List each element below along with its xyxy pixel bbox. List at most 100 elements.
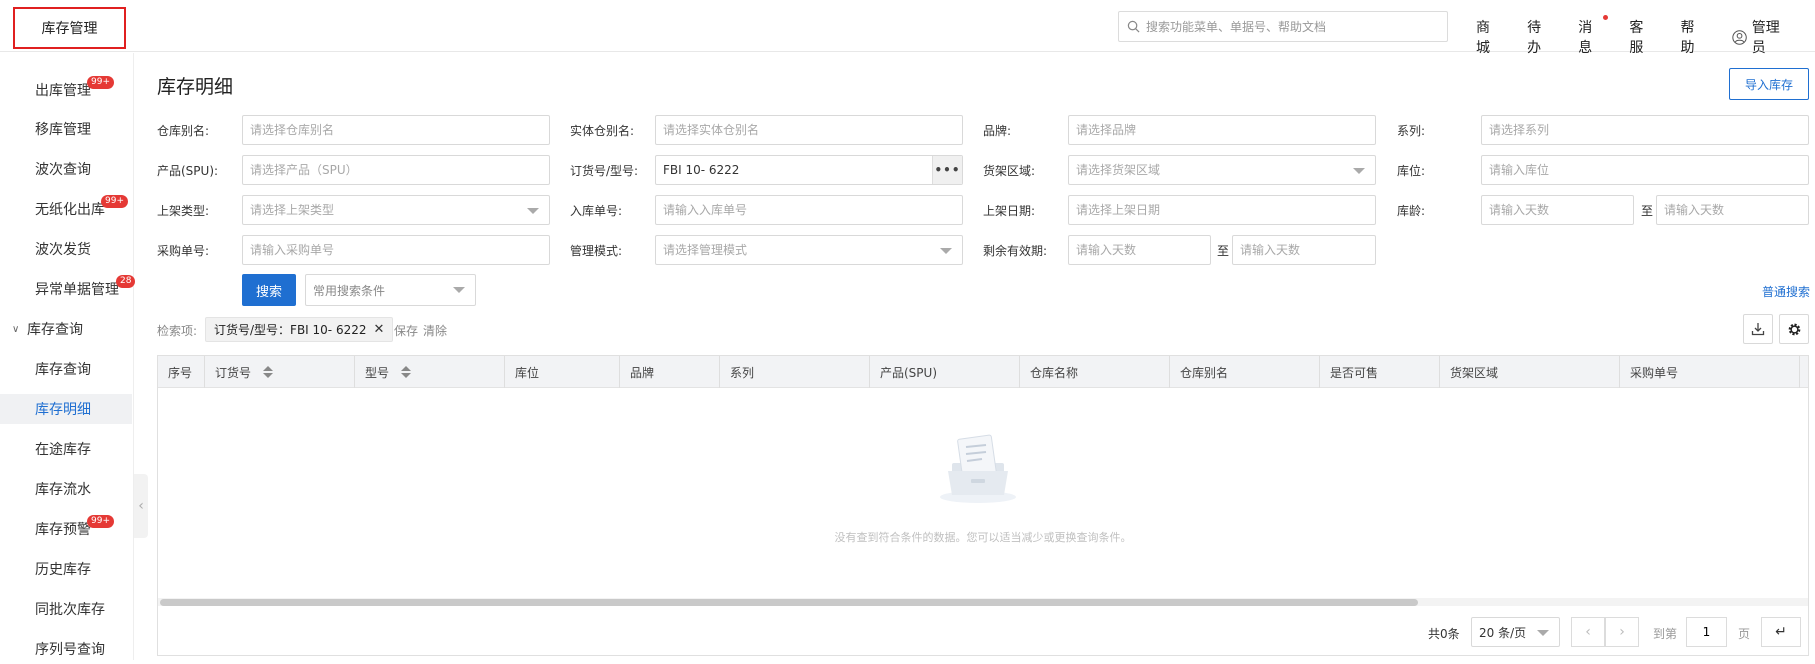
download-button[interactable] [1743, 314, 1773, 344]
search-button[interactable]: 搜索 [242, 274, 296, 306]
purchase-no-field[interactable] [242, 235, 550, 265]
col-brand: 品牌 [619, 356, 654, 388]
sort-icon[interactable] [401, 366, 412, 378]
page-unit-label: 页 [1738, 627, 1751, 641]
remaining-to-input[interactable] [1240, 243, 1375, 257]
goto-confirm-button[interactable]: ↵ [1761, 617, 1801, 647]
common-conditions-select[interactable]: 常用搜索条件 [305, 274, 476, 306]
sidebar-item-label: 库存预警 99+ [35, 515, 114, 539]
brand-input[interactable] [1076, 123, 1375, 137]
remaining-to-field[interactable] [1232, 235, 1376, 265]
purchase-no-label: 采购单号: [157, 244, 210, 258]
next-page-button[interactable]: › [1605, 617, 1639, 647]
clear-filter-link[interactable]: 清除 [423, 322, 447, 339]
nav-customer-service[interactable]: 客服 [1629, 17, 1654, 57]
sidebar-item-paperless[interactable]: 无纸化出库 99+ [0, 194, 132, 224]
brand-select[interactable] [1068, 115, 1376, 145]
settings-button[interactable] [1779, 314, 1809, 344]
nav-messages[interactable]: 消息 [1578, 15, 1609, 57]
sidebar-item-move[interactable]: 移库管理 [0, 114, 132, 144]
filter-chip-text: 订货号/型号：FBI 10- 6222 [214, 323, 367, 337]
horizontal-scrollbar[interactable] [158, 598, 1808, 606]
warehouse-alias-input[interactable] [250, 123, 549, 137]
sidebar-item-stock-detail[interactable]: 库存明细 [0, 394, 132, 424]
remaining-from-input[interactable] [1076, 243, 1210, 257]
scrollbar-thumb[interactable] [160, 599, 1418, 606]
global-search-box[interactable] [1118, 11, 1448, 42]
goto-page-input[interactable] [1688, 625, 1725, 639]
shelf-date-picker[interactable] [1068, 195, 1376, 225]
chevron-down-icon [1537, 630, 1549, 636]
shelf-type-select[interactable] [242, 195, 550, 225]
sidebar-collapse-handle[interactable]: ‹ [134, 474, 148, 538]
import-stock-button[interactable]: 导入库存 [1729, 68, 1809, 100]
sidebar-item-stock-flow[interactable]: 库存流水 [0, 474, 132, 504]
inbound-no-input[interactable] [663, 203, 962, 217]
col-spu: 产品(SPU) [869, 356, 937, 388]
sidebar-item-outbound[interactable]: 出库管理 99+ [0, 75, 132, 105]
age-from-field[interactable] [1481, 195, 1634, 225]
col-purchase-no: 采购单号 [1619, 356, 1678, 388]
goto-page-field[interactable] [1686, 617, 1727, 647]
sidebar-group-inventory[interactable]: ∨ 库存查询 [0, 314, 132, 344]
spu-input[interactable] [250, 163, 549, 177]
global-search-input[interactable] [1146, 19, 1436, 34]
purchase-no-input[interactable] [250, 243, 549, 257]
sort-icon[interactable] [263, 366, 274, 378]
nav-todo[interactable]: 待办 [1527, 17, 1552, 57]
sidebar-item-wave-query[interactable]: 波次查询 [0, 154, 132, 184]
sidebar-item-stock-query[interactable]: 库存查询 [0, 354, 132, 384]
entity-alias-select[interactable] [655, 115, 963, 145]
nav-mall[interactable]: 商城 [1476, 17, 1501, 57]
sidebar-item-stock-alert[interactable]: 库存预警 99+ [0, 514, 132, 544]
sidebar-group-label: 库存查询 [27, 322, 83, 338]
warehouse-alias-select[interactable] [242, 115, 550, 145]
col-location: 库位 [504, 356, 539, 388]
age-to-input[interactable] [1664, 203, 1808, 217]
sidebar-item-same-batch[interactable]: 同批次库存 [0, 594, 132, 624]
sidebar-item-in-transit[interactable]: 在途库存 [0, 434, 132, 464]
sidebar-item-label: 无纸化出库 99+ [35, 195, 128, 219]
col-model[interactable]: 型号 [354, 356, 412, 388]
sidebar-item-label: 波次查询 [35, 162, 91, 178]
prev-page-button[interactable]: ‹ [1571, 617, 1605, 647]
entity-alias-label: 实体仓别名: [570, 124, 635, 138]
shelf-area-input[interactable] [1076, 163, 1375, 177]
location-input[interactable] [1489, 163, 1808, 177]
more-options-button[interactable]: ••• [932, 156, 962, 184]
mgmt-mode-input[interactable] [663, 243, 962, 257]
inbound-no-label: 入库单号: [570, 204, 623, 218]
location-field[interactable] [1481, 155, 1809, 185]
shelf-date-input[interactable] [1076, 203, 1375, 217]
location-label: 库位: [1397, 164, 1426, 178]
user-menu[interactable]: 管理员 [1731, 17, 1789, 57]
page-size-select[interactable]: 20 条/页 [1471, 617, 1560, 647]
order-model-field[interactable]: ••• [655, 155, 963, 185]
order-model-input[interactable] [663, 163, 923, 177]
series-input[interactable] [1489, 123, 1808, 137]
series-select[interactable] [1481, 115, 1809, 145]
close-icon[interactable]: ✕ [374, 322, 385, 337]
sidebar-item-exception[interactable]: 异常单据管理 28 [0, 274, 136, 304]
sidebar-item-wave-ship[interactable]: 波次发货 [0, 234, 132, 264]
age-to-field[interactable] [1656, 195, 1809, 225]
sidebar-item-history[interactable]: 历史库存 [0, 554, 132, 584]
nav-help[interactable]: 帮助 [1681, 17, 1706, 57]
count-badge: 99+ [101, 195, 128, 208]
entity-alias-input[interactable] [663, 123, 962, 137]
normal-search-link[interactable]: 普通搜索 [1762, 283, 1810, 300]
sidebar-item-label: 库存明细 [35, 402, 91, 418]
shelf-area-select[interactable] [1068, 155, 1376, 185]
mgmt-mode-select[interactable] [655, 235, 963, 265]
shelf-type-input[interactable] [250, 203, 549, 217]
range-to-label: 至 [1217, 244, 1230, 258]
shelf-date-label: 上架日期: [983, 204, 1036, 218]
sidebar-item-label: 异常单据管理 28 [35, 275, 136, 299]
save-filter-link[interactable]: 保存 [394, 322, 418, 339]
app-title[interactable]: 库存管理 [13, 7, 126, 49]
col-order-no[interactable]: 订货号 [204, 356, 274, 388]
remaining-from-field[interactable] [1068, 235, 1211, 265]
spu-select[interactable] [242, 155, 550, 185]
age-from-input[interactable] [1489, 203, 1633, 217]
inbound-no-field[interactable] [655, 195, 963, 225]
